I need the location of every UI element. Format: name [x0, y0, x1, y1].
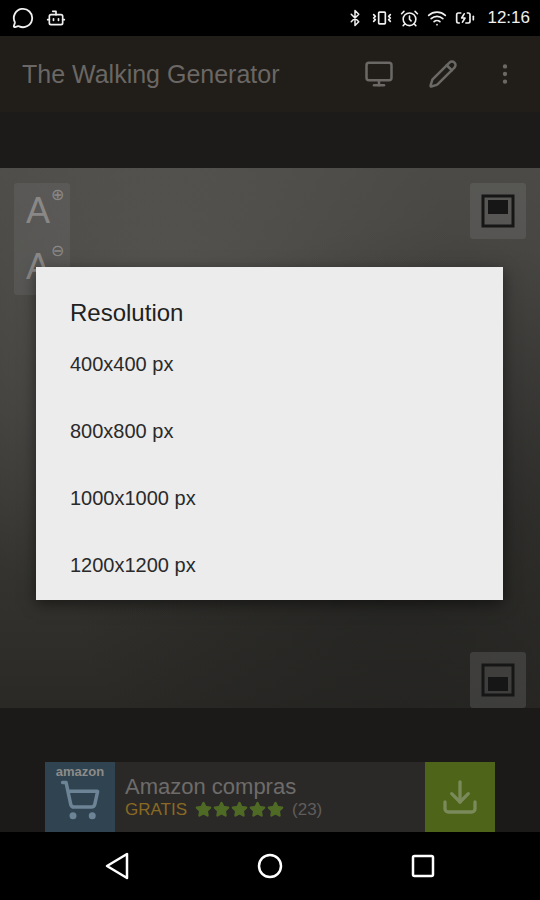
ad-rating: [195, 801, 284, 818]
more-icon[interactable]: [492, 61, 518, 87]
ad-area: amazon Amazon comprasGRATIS (23): [0, 708, 540, 832]
clock: 12:16: [487, 8, 530, 28]
top-position-button[interactable]: [470, 183, 526, 239]
ad-title: Amazon compras: [125, 774, 425, 799]
vibrate-icon: [372, 8, 392, 28]
back-button[interactable]: [87, 836, 147, 896]
whatsapp-icon: [12, 7, 34, 29]
home-icon: [256, 852, 284, 880]
resolution-option[interactable]: 1200x1200 px: [36, 532, 503, 599]
screen: 12:16 The Walking Generator A⊕A⊖ amazon Amaz…: [0, 0, 540, 900]
ad-body: Amazon comprasGRATIS (23): [115, 762, 425, 832]
app-title: The Walking Generator: [22, 60, 280, 89]
font-sign: ⊕: [51, 187, 64, 203]
ad-logo: amazon: [45, 762, 115, 832]
resolution-option[interactable]: 400x400 px: [36, 331, 503, 398]
star-icon: [249, 801, 266, 818]
star-icon: [213, 801, 230, 818]
ad-meta: GRATIS (23): [125, 800, 425, 820]
status-bar: 12:16: [0, 0, 540, 36]
recents-icon: [410, 853, 436, 879]
font-size-button[interactable]: A⊕: [14, 183, 70, 239]
star-icon: [267, 801, 284, 818]
recents-button[interactable]: [393, 836, 453, 896]
nav-bar: [0, 832, 540, 900]
battery-icon: [455, 8, 475, 28]
cart-icon: [59, 779, 101, 821]
bluetooth-icon: [346, 9, 364, 27]
ad-brand: amazon: [56, 765, 104, 779]
resolution-option[interactable]: 800x800 px: [36, 398, 503, 465]
app-bar: The Walking Generator: [0, 36, 540, 112]
font-sign: ⊖: [51, 243, 64, 259]
star-icon: [195, 801, 212, 818]
resolution-dialog: Resolution400x400 px800x800 px1000x1000 …: [36, 267, 503, 600]
ad-download-button[interactable]: [425, 762, 495, 832]
ad-count: (23): [292, 800, 322, 820]
pencil-icon[interactable]: [428, 59, 458, 89]
back-icon: [104, 852, 130, 880]
top-square-icon: [481, 194, 515, 228]
font-letter: A: [26, 193, 50, 229]
text-strip: [0, 112, 540, 168]
alarm-icon: [400, 9, 419, 28]
resolution-option[interactable]: 1000x1000 px: [36, 465, 503, 532]
wifi-icon: [427, 8, 447, 28]
bottom-position-button[interactable]: [470, 652, 526, 708]
download-icon: [440, 777, 480, 817]
ad-badge: GRATIS: [125, 800, 187, 820]
star-icon: [231, 801, 248, 818]
bottom-square-icon: [481, 663, 515, 697]
home-button[interactable]: [240, 836, 300, 896]
ad-banner[interactable]: amazon Amazon comprasGRATIS (23): [45, 762, 495, 832]
dialog-title: Resolution: [36, 267, 503, 331]
monitor-icon[interactable]: [364, 59, 394, 89]
resolution-list: 400x400 px800x800 px1000x1000 px1200x120…: [36, 331, 503, 599]
android-icon: [46, 8, 66, 28]
